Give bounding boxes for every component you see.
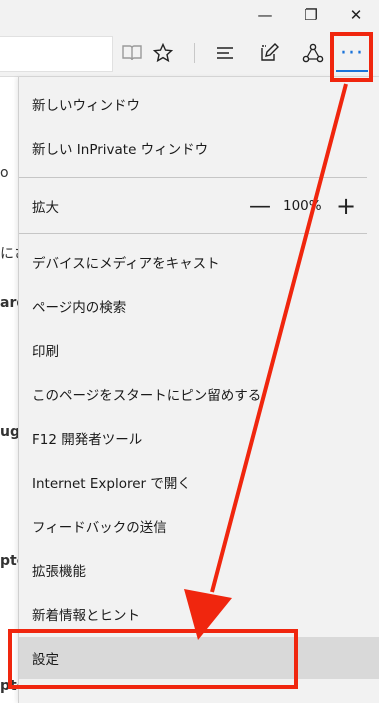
toolbar-separator <box>194 43 195 63</box>
favorite-star-icon[interactable] <box>146 36 180 70</box>
hub-icon[interactable] <box>208 36 242 70</box>
menu-item-open-with-ie[interactable]: Internet Explorer で開く <box>19 461 379 503</box>
menu-item-new-window[interactable]: 新しいウィンドウ <box>19 83 379 125</box>
zoom-label: 拡大 <box>32 200 59 216</box>
minimize-button[interactable]: — <box>242 0 288 30</box>
title-bar: — ❐ ✕ <box>0 0 379 30</box>
menu-item-send-feedback[interactable]: フィードバックの送信 <box>19 505 379 547</box>
menu-item-f12-developer-tools[interactable]: F12 開発者ツール <box>19 417 379 459</box>
menu-item-extensions[interactable]: 拡張機能 <box>19 549 379 591</box>
menu-item-pin-to-start[interactable]: このページをスタートにピン留めする <box>19 373 379 415</box>
menu-divider <box>19 177 367 178</box>
page-text-fragment: o <box>0 165 9 181</box>
restore-button[interactable]: ❐ <box>288 0 334 30</box>
menu-divider <box>19 233 367 234</box>
zoom-level: 100% <box>283 198 322 214</box>
annotation-highlight-settings <box>8 629 298 689</box>
share-icon[interactable] <box>296 36 330 70</box>
zoom-out-button[interactable]: — <box>247 185 273 227</box>
zoom-in-button[interactable]: + <box>333 185 359 227</box>
close-button[interactable]: ✕ <box>333 0 379 30</box>
menu-item-zoom: 拡大 — 100% + <box>19 185 379 227</box>
reading-view-icon[interactable] <box>115 36 149 70</box>
page-text-fragment: ug <box>0 424 20 440</box>
menu-item-cast-media[interactable]: デバイスにメディアをキャスト <box>19 241 379 283</box>
annotation-highlight-more-button <box>330 32 373 82</box>
web-note-icon[interactable] <box>252 36 286 70</box>
address-bar[interactable] <box>0 36 113 72</box>
menu-item-find-on-page[interactable]: ページ内の検索 <box>19 285 379 327</box>
more-actions-menu: 新しいウィンドウ 新しい InPrivate ウィンドウ 拡大 — 100% +… <box>18 77 379 703</box>
menu-item-print[interactable]: 印刷 <box>19 329 379 371</box>
menu-item-new-inprivate-window[interactable]: 新しい InPrivate ウィンドウ <box>19 127 379 169</box>
